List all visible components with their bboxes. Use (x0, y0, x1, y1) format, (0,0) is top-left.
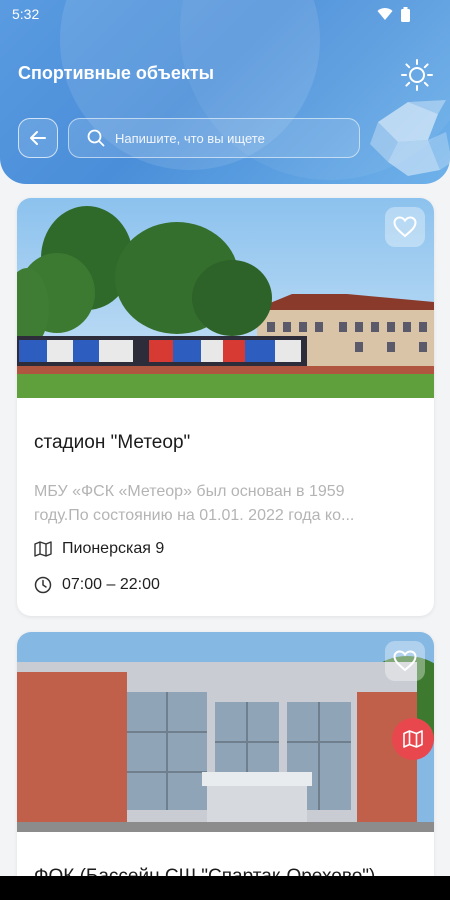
wifi-icon (377, 8, 393, 20)
facility-photo (17, 198, 434, 398)
search-field[interactable] (68, 118, 360, 158)
sun-icon (401, 59, 433, 91)
card-title: стадион "Метеор" (34, 432, 191, 453)
theme-toggle-button[interactable] (400, 58, 434, 92)
favorite-button[interactable] (385, 641, 425, 681)
app-header: 5:32 Спортивные объекты (0, 0, 450, 184)
heart-icon (393, 650, 417, 672)
facility-card[interactable]: ФОК (Бассейн СШ "Спартак-Орехово") (17, 632, 434, 900)
stadium-photo (17, 198, 434, 398)
description-line: МБУ «ФСК «Метеор» был основан в 1959 (34, 483, 345, 500)
system-navigation-bar (0, 876, 450, 900)
search-icon (87, 129, 105, 147)
status-time: 5:32 (12, 6, 40, 22)
card-description: МБУ «ФСК «Метеор» был основан в 1959 год… (34, 480, 418, 528)
sports-complex-photo (17, 632, 434, 832)
address-text: Пионерская 9 (62, 540, 165, 557)
heart-icon (393, 216, 417, 238)
page-title: Спортивные объекты (18, 63, 215, 83)
facility-photo (17, 632, 434, 832)
clock-icon (34, 576, 52, 594)
battery-icon (401, 7, 410, 22)
facility-card[interactable]: стадион "Метеор" МБУ «ФСК «Метеор» был о… (17, 198, 434, 616)
description-line: году.По состоянию на 01.01. 2022 года ко… (34, 507, 355, 524)
status-icons (377, 7, 410, 22)
mascot-illustration (370, 100, 450, 176)
hours-text: 07:00 – 22:00 (62, 576, 160, 593)
search-input[interactable] (115, 130, 335, 146)
hours-row: 07:00 – 22:00 (34, 576, 160, 594)
map-icon (403, 730, 423, 748)
back-button[interactable] (18, 118, 58, 158)
map-icon (34, 541, 52, 557)
show-on-map-button[interactable] (392, 718, 434, 760)
address-row: Пионерская 9 (34, 540, 164, 558)
arrow-left-icon (30, 131, 46, 145)
status-bar: 5:32 (0, 0, 450, 28)
favorite-button[interactable] (385, 207, 425, 247)
